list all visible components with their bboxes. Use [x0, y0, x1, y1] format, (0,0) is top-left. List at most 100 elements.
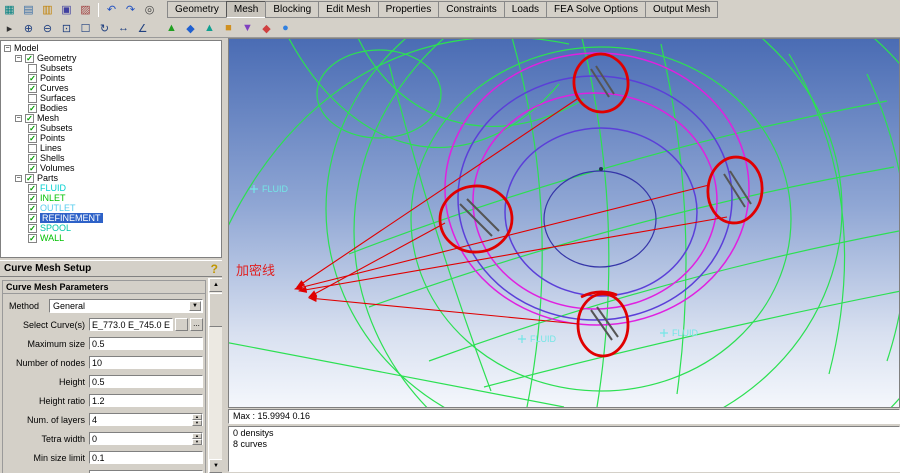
measure-icon[interactable]: ∠ [134, 20, 151, 36]
height-input[interactable] [89, 375, 203, 388]
spin-down-icon[interactable]: ▼ [192, 420, 202, 426]
tree-item-part-inlet[interactable]: ✓ INLET [1, 193, 221, 203]
checkbox[interactable]: ✓ [28, 193, 37, 203]
collapse-icon[interactable]: − [15, 114, 22, 122]
checkbox[interactable]: ✓ [28, 223, 37, 233]
tree-item-mesh-subsets[interactable]: ✓ Subsets [1, 123, 221, 133]
tetra-mesh-icon[interactable]: ▲ [201, 20, 218, 36]
scroll-up-icon[interactable]: ▲ [209, 278, 223, 292]
tree-item-geometry-subsets[interactable]: Subsets [1, 63, 221, 73]
tab-geometry[interactable]: Geometry [167, 1, 227, 18]
tree-item-part-outlet[interactable]: ✓ OUTLET [1, 203, 221, 213]
scroll-thumb[interactable] [209, 293, 223, 327]
method-select[interactable]: General ▼ [49, 298, 203, 313]
tree-item-part-spool[interactable]: ✓ SPOOL [1, 223, 221, 233]
checkbox[interactable]: ✓ [25, 113, 34, 123]
max-deviation-row: Max deviation [5, 469, 203, 473]
hexa-mesh-icon[interactable]: ■ [220, 20, 237, 36]
tree-item-parts[interactable]: − ✓ Parts [1, 173, 221, 183]
pan-view-icon[interactable]: ↔ [115, 20, 132, 36]
curve-mesh-parameters-panel: Curve Mesh Parameters Method General ▼ S… [0, 278, 208, 473]
tetra-width-input[interactable] [89, 432, 203, 445]
more-curves-button[interactable]: ... [190, 318, 203, 331]
redo-icon[interactable]: ↷ [122, 1, 139, 18]
checkbox[interactable]: ✓ [28, 163, 37, 173]
tree-item-mesh[interactable]: − ✓ Mesh [1, 113, 221, 123]
volume-mesh-icon[interactable]: ◆ [182, 20, 199, 36]
find-icon[interactable]: ◎ [141, 1, 158, 18]
capture-screen-icon[interactable]: ▦ [1, 1, 18, 18]
open-icon[interactable]: ▥ [39, 1, 56, 18]
collapse-icon[interactable]: − [15, 174, 22, 182]
tree-item-geometry-bodies[interactable]: ✓ Bodies [1, 103, 221, 113]
tree-item-part-refinement[interactable]: ✓ REFINEMENT [1, 213, 221, 223]
checkbox[interactable] [28, 63, 37, 73]
tab-loads[interactable]: Loads [503, 1, 548, 18]
surface-mesh-icon[interactable]: ▲ [163, 20, 180, 36]
checkbox[interactable]: ✓ [28, 203, 37, 213]
checkbox[interactable]: ✓ [28, 153, 37, 163]
checkbox[interactable]: ✓ [28, 83, 37, 93]
tree-item-geometry[interactable]: − ✓ Geometry [1, 53, 221, 63]
rotate-view-icon[interactable]: ↻ [96, 20, 113, 36]
new-project-icon[interactable]: ▤ [20, 1, 37, 18]
checkbox[interactable]: ✓ [25, 173, 34, 183]
save-icon[interactable]: ▣ [58, 1, 75, 18]
checkbox[interactable] [28, 93, 37, 103]
collapse-icon[interactable]: − [15, 54, 22, 62]
mesh-quality-icon[interactable]: ◆ [258, 20, 275, 36]
spin-down-icon[interactable]: ▼ [192, 439, 202, 445]
zoom-in-icon[interactable]: ⊕ [20, 20, 37, 36]
checkbox[interactable]: ✓ [28, 233, 37, 243]
tree-item-part-fluid[interactable]: ✓ FLUID [1, 183, 221, 193]
prism-mesh-icon[interactable]: ▼ [239, 20, 256, 36]
tree-item-part-wall[interactable]: ✓ WALL [1, 233, 221, 243]
tree-item-model[interactable]: − Model [1, 43, 221, 53]
undo-icon[interactable]: ↶ [103, 1, 120, 18]
tab-output-mesh[interactable]: Output Mesh [644, 1, 719, 18]
fit-view-icon[interactable]: ⊡ [58, 20, 75, 36]
panel-scrollbar[interactable]: ▲ ▼ [208, 278, 223, 473]
tab-edit-mesh[interactable]: Edit Mesh [318, 1, 379, 18]
checkbox[interactable]: ✓ [28, 103, 37, 113]
collapse-icon[interactable]: − [4, 44, 11, 52]
pick-curves-button[interactable] [175, 318, 188, 331]
checkbox[interactable]: ✓ [28, 133, 37, 143]
checkbox[interactable]: ✓ [28, 123, 37, 133]
delete-icon[interactable]: ▨ [77, 1, 94, 18]
tree-item-mesh-volumes[interactable]: ✓ Volumes [1, 163, 221, 173]
tab-blocking[interactable]: Blocking [265, 1, 320, 18]
tab-constraints[interactable]: Constraints [438, 1, 505, 18]
scroll-down-icon[interactable]: ▼ [209, 459, 223, 473]
zoom-out-icon[interactable]: ⊖ [39, 20, 56, 36]
select-curves-input[interactable] [89, 318, 173, 331]
tree-item-mesh-shells[interactable]: ✓ Shells [1, 153, 221, 163]
select-icon[interactable]: ▸ [1, 20, 18, 36]
tab-mesh[interactable]: Mesh [225, 1, 267, 18]
checkbox[interactable] [28, 143, 37, 153]
field-label: Number of nodes [15, 357, 85, 368]
tree-item-geometry-points[interactable]: ✓ Points [1, 73, 221, 83]
tree-item-geometry-surfaces[interactable]: Surfaces [1, 93, 221, 103]
checkbox[interactable]: ✓ [25, 53, 34, 63]
tree-item-mesh-points[interactable]: ✓ Points [1, 133, 221, 143]
checkbox[interactable]: ✓ [28, 73, 37, 83]
tab-properties[interactable]: Properties [377, 1, 440, 18]
chevron-down-icon[interactable]: ▼ [189, 300, 201, 311]
maximum-size-input[interactable] [89, 337, 203, 350]
num-layers-input[interactable] [89, 413, 203, 426]
number-of-nodes-input[interactable] [89, 356, 203, 369]
annotation-text: 加密线 [236, 263, 275, 278]
tree-item-geometry-curves[interactable]: ✓ Curves [1, 83, 221, 93]
min-size-limit-input[interactable] [89, 451, 203, 464]
checkbox[interactable]: ✓ [28, 183, 37, 193]
section-header[interactable]: Curve Mesh Parameters [2, 280, 206, 294]
tab-fea-solve-options[interactable]: FEA Solve Options [546, 1, 646, 18]
compute-mesh-icon[interactable]: ● [277, 20, 294, 36]
help-icon[interactable]: ? [211, 262, 218, 276]
zoom-box-icon[interactable]: ☐ [77, 20, 94, 36]
viewport-3d[interactable]: 加密线 FLUID FLUID FLUID [228, 38, 900, 408]
height-ratio-input[interactable] [89, 394, 203, 407]
tree-item-mesh-lines[interactable]: Lines [1, 143, 221, 153]
checkbox[interactable]: ✓ [28, 213, 37, 223]
